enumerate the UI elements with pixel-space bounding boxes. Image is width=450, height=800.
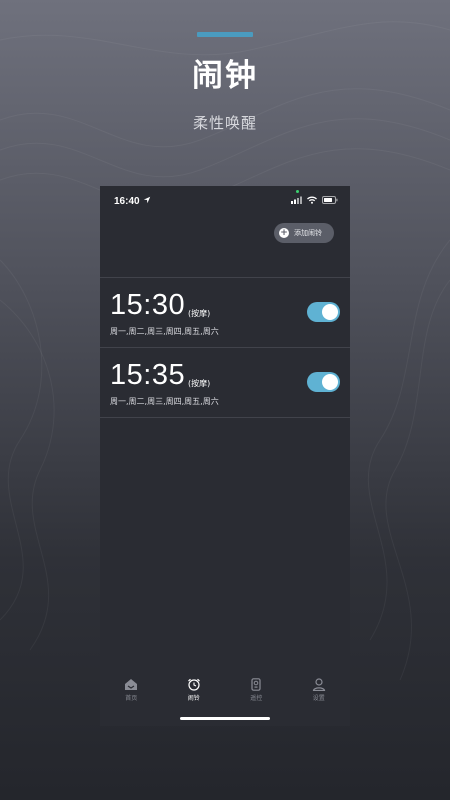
promo-title: 闹钟 [192, 58, 258, 94]
tab-alarm-label: 闹铃 [187, 695, 200, 702]
remote-icon [251, 678, 261, 691]
user-icon [312, 678, 325, 691]
toggle-knob [322, 374, 338, 390]
add-alarm-label: 添加闹铃 [294, 229, 322, 237]
status-bar: 16:40 [100, 186, 350, 216]
home-indicator [180, 717, 270, 720]
status-time: 16:40 [114, 196, 140, 207]
tab-home[interactable]: 首页 [100, 678, 163, 708]
alarm-time: 15:30 [110, 289, 186, 321]
accent-bar [197, 32, 253, 37]
add-icon: + [279, 228, 289, 238]
alarm-row[interactable]: 15:35 (按摩) 周一,周二,周三,周四,周五,周六 [100, 348, 350, 417]
alarm-toggle[interactable] [307, 302, 340, 322]
location-arrow-icon [143, 196, 151, 207]
toggle-knob [322, 304, 338, 320]
alarm-label: (按摩) [188, 309, 211, 318]
tab-remote-label: 遥控 [250, 695, 263, 702]
wifi-icon [307, 196, 317, 207]
tab-alarm[interactable]: 闹铃 [163, 678, 226, 708]
alarm-label: (按摩) [188, 379, 211, 388]
signal-icon [291, 196, 302, 207]
tab-remote[interactable]: 遥控 [225, 678, 288, 708]
alarm-clock-icon [187, 678, 200, 691]
home-icon [125, 679, 138, 690]
add-alarm-button[interactable]: + 添加闹铃 [274, 223, 334, 243]
alarm-time: 15:35 [110, 359, 186, 391]
phone-screen: 16:40 + 添加闹铃 15:30 (按摩) 周一,周二,周三,周四,周五,周… [100, 186, 350, 726]
tab-bar: 首页 闹铃 遥控 设置 [100, 678, 350, 708]
alarm-toggle[interactable] [307, 372, 340, 392]
tab-home-label: 首页 [125, 695, 138, 702]
alarm-repeat-days: 周一,周二,周三,周四,周五,周六 [110, 327, 219, 336]
tab-settings[interactable]: 设置 [288, 678, 351, 708]
status-icons [291, 196, 338, 207]
alarm-row[interactable]: 15:30 (按摩) 周一,周二,周三,周四,周五,周六 [100, 278, 350, 347]
battery-icon [322, 196, 338, 207]
tab-settings-label: 设置 [312, 695, 325, 702]
divider [100, 417, 350, 418]
alarm-repeat-days: 周一,周二,周三,周四,周五,周六 [110, 397, 219, 406]
privacy-indicator-dot [296, 190, 299, 193]
promo-subtitle: 柔性唤醒 [192, 114, 257, 132]
